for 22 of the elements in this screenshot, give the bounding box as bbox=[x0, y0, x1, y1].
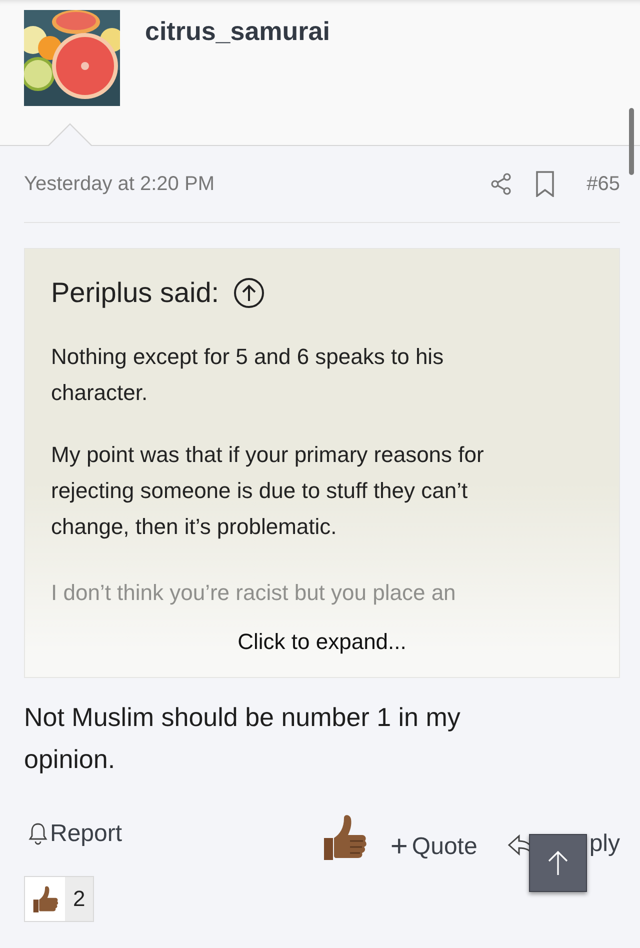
share-icon[interactable] bbox=[488, 172, 513, 196]
scroll-to-top-button[interactable] bbox=[529, 834, 588, 892]
post-number[interactable]: #65 bbox=[586, 172, 620, 196]
report-button[interactable]: Report bbox=[28, 820, 122, 848]
arrow-up-icon bbox=[546, 849, 570, 877]
scrollbar[interactable] bbox=[629, 108, 634, 175]
reaction-count[interactable]: 2 bbox=[24, 876, 94, 922]
quote-button[interactable]: +Quote bbox=[390, 830, 478, 864]
thumbs-up-icon bbox=[25, 877, 65, 921]
quote-author[interactable]: Periplus said: bbox=[51, 277, 220, 309]
quote-text: Nothing except for 5 and 6 speaks to his character. bbox=[51, 343, 445, 407]
reply-icon[interactable] bbox=[507, 834, 530, 858]
bell-icon bbox=[28, 822, 48, 846]
quote-text: I don’t think you’re racist but you place an bbox=[51, 579, 457, 607]
username[interactable]: citrus_samurai bbox=[145, 16, 330, 47]
post-text: Not Muslim should be number 1 in my opinion. bbox=[24, 701, 462, 776]
post-date[interactable]: Yesterday at 2:20 PM bbox=[24, 172, 214, 196]
reply-button[interactable]: ply bbox=[589, 830, 620, 858]
quote-text: My point was that if your primary reasons for rejecting someone is due to stuff they can’t change, then it’s problematic. bbox=[51, 441, 485, 541]
arrow-up-icon[interactable] bbox=[233, 277, 266, 309]
expand-link[interactable]: Click to expand... bbox=[238, 629, 406, 655]
bookmark-icon[interactable] bbox=[534, 171, 555, 197]
